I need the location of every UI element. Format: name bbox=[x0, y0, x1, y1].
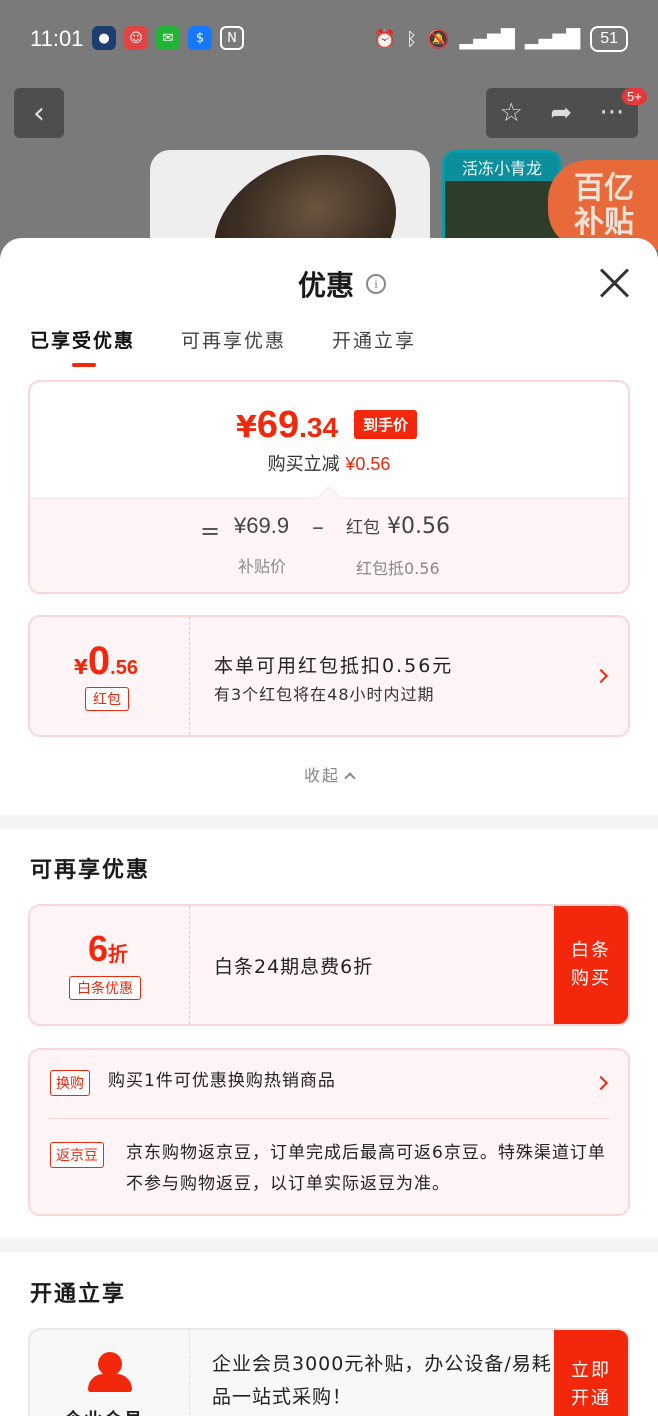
baitiao-buy-button[interactable]: 白条购买 bbox=[554, 906, 628, 1024]
app-clown-icon: ☺ bbox=[124, 26, 148, 50]
jingdou-tag: 返京豆 bbox=[50, 1142, 104, 1168]
instant-discount: 购买立减 ¥0.56 bbox=[267, 454, 391, 475]
discount-sheet: 优惠 i 已享受优惠 可再享优惠 开通立享 ¥ 69 .34 到手价 购买立减 … bbox=[0, 238, 658, 1416]
tab-more[interactable]: 可再享优惠 bbox=[181, 326, 286, 367]
subsidy-promo-badge: 百亿 补贴 bbox=[548, 160, 658, 250]
top-actions: ☆ ➦ ··· bbox=[486, 88, 638, 138]
status-bar: 11:01 ● ☺ ✉ $ N ⏰ ᛒ 🔕 ▂▄▆█ ▂▄▆█ 51 bbox=[0, 0, 658, 80]
final-price-card: ¥ 69 .34 到手价 购买立减 ¥0.56 = ¥69.9 补贴价 – 红包… bbox=[28, 380, 630, 594]
redpacket-description: 本单可用红包抵扣0.56元 bbox=[214, 655, 454, 677]
baitiao-description: 白条24期息费6折 bbox=[214, 956, 374, 978]
discount-tabs: 已享受优惠 可再享优惠 开通立享 bbox=[30, 326, 416, 367]
redpacket-card[interactable]: ¥ 0 .56 红包 本单可用红包抵扣0.56元 有3个红包将在48小时内过期 bbox=[28, 615, 630, 737]
section-title-more: 可再享优惠 bbox=[30, 858, 151, 883]
battery-icon: 51 bbox=[590, 26, 628, 52]
redpacket-expiry: 有3个红包将在48小时内过期 bbox=[214, 685, 435, 704]
chevron-right-icon[interactable] bbox=[593, 1075, 609, 1091]
member-description: 企业会员3000元补贴，办公设备/易耗品一站式采购！ bbox=[212, 1353, 552, 1408]
exchange-tag: 换购 bbox=[50, 1070, 90, 1096]
enterprise-member-card: 企业会员 企业会员3000元补贴，办公设备/易耗品一站式采购！ 立即开通 bbox=[28, 1328, 630, 1416]
open-member-button[interactable]: 立即开通 bbox=[554, 1330, 628, 1416]
bluetooth-icon: ᛒ bbox=[406, 28, 418, 50]
redpacket-tag: 红包 bbox=[85, 687, 129, 711]
thumbnail-label: 活冻小青龙 bbox=[445, 153, 559, 181]
chevron-up-icon bbox=[344, 772, 356, 784]
sheet-title-text: 优惠 bbox=[298, 269, 355, 302]
price-breakdown: = ¥69.9 补贴价 – 红包 ¥0.56 红包抵0.56 bbox=[30, 498, 628, 592]
promo-text-2: 补贴 bbox=[574, 205, 634, 240]
favorite-star-icon[interactable]: ☆ bbox=[500, 98, 523, 128]
baitiao-discount: 6 折 白条优惠 bbox=[30, 906, 190, 1024]
subsidy-price-label: 补贴价 bbox=[238, 557, 287, 576]
section-title-open: 开通立享 bbox=[30, 1282, 127, 1307]
final-price: ¥ 69 .34 bbox=[236, 404, 339, 446]
collapse-button[interactable]: 收起 bbox=[0, 762, 658, 786]
share-icon[interactable]: ➦ bbox=[550, 98, 572, 128]
info-icon[interactable]: i bbox=[366, 274, 387, 294]
baitiao-card: 6 折 白条优惠 白条24期息费6折 白条购买 bbox=[28, 904, 630, 1026]
chevron-right-icon bbox=[593, 668, 609, 684]
wechat-icon: ✉ bbox=[156, 26, 180, 50]
redpacket-amount: 红包 ¥0.56 bbox=[346, 514, 450, 539]
final-price-badge: 到手价 bbox=[354, 410, 418, 439]
status-time: 11:01 bbox=[30, 26, 84, 51]
redpacket-value: ¥ 0 .56 红包 bbox=[30, 617, 190, 735]
nfc-icon: N bbox=[220, 26, 244, 50]
baitiao-tag: 白条优惠 bbox=[69, 976, 141, 1000]
alarm-icon: ⏰ bbox=[373, 28, 397, 50]
jingdou-description: 京东购物返京豆，订单完成后最高可返6京豆。特殊渠道订单不参与购物返豆，以订单实际… bbox=[126, 1143, 606, 1194]
back-button[interactable]: ‹ bbox=[14, 88, 64, 138]
extra-benefits-card: 换购 购买1件可优惠换购热销商品 返京豆 京东购物返京豆，订单完成后最高可返6京… bbox=[28, 1048, 630, 1216]
mute-icon: 🔕 bbox=[427, 28, 450, 50]
signal-icon: ▂▄▆█ bbox=[459, 28, 515, 50]
exchange-description[interactable]: 购买1件可优惠换购热销商品 bbox=[108, 1066, 336, 1097]
status-app-icons: ● ☺ ✉ $ N bbox=[92, 26, 244, 50]
alipay-icon: $ bbox=[188, 26, 212, 50]
person-icon bbox=[88, 1352, 132, 1396]
close-icon[interactable] bbox=[598, 266, 630, 298]
signal-icon-2: ▂▄▆█ bbox=[524, 28, 581, 50]
section-divider bbox=[0, 1238, 658, 1252]
tab-open[interactable]: 开通立享 bbox=[332, 326, 416, 367]
message-count-badge: 5+ bbox=[622, 88, 647, 105]
tab-enjoyed[interactable]: 已享受优惠 bbox=[30, 326, 135, 367]
redpacket-label: 红包抵0.56 bbox=[356, 559, 440, 578]
section-divider bbox=[0, 815, 658, 829]
member-label: 企业会员 bbox=[64, 1406, 144, 1416]
more-icon[interactable]: ··· bbox=[600, 98, 625, 128]
app-notification-icon: ● bbox=[92, 26, 116, 50]
info-separator bbox=[50, 1118, 610, 1119]
subsidy-price: ¥69.9 bbox=[234, 513, 290, 538]
sheet-title: 优惠 i bbox=[298, 264, 387, 304]
status-indicators: ⏰ ᛒ 🔕 ▂▄▆█ ▂▄▆█ 51 bbox=[374, 26, 628, 52]
promo-text-1: 百亿 bbox=[574, 171, 634, 206]
